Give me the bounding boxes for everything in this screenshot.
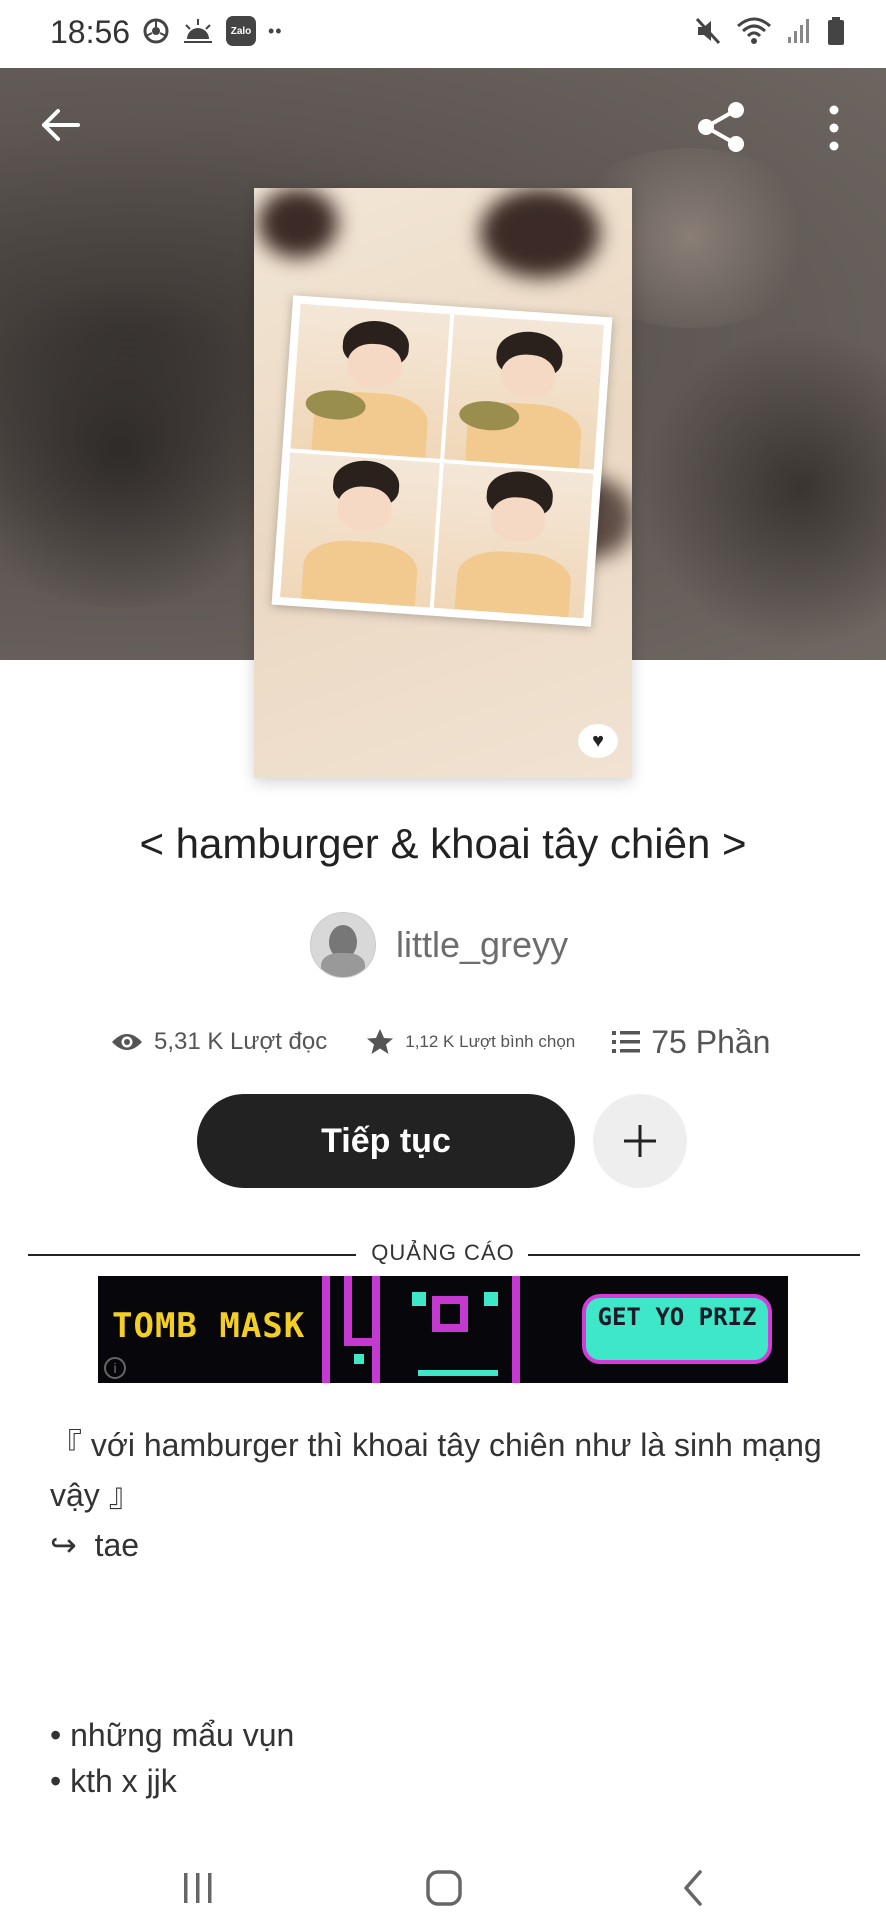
zalo-icon-label: Zalo [230,25,252,37]
add-to-library-button[interactable] [593,1094,687,1188]
share-icon[interactable] [692,98,750,156]
stat-reads: 5,31 K Lượt đọc [110,1028,327,1056]
avatar[interactable] [310,912,376,978]
heart-sticker-icon: ♥ [578,724,618,758]
more-vert-icon[interactable] [814,100,854,156]
more-notifications-icon: •• [268,20,283,41]
collage-face [489,495,547,543]
wifi-icon [737,17,771,44]
status-icons-left: Zalo •• [142,16,283,46]
back-nav-icon[interactable] [674,1868,714,1908]
stat-votes-label: 1,12 K Lượt bình chọn [405,1032,576,1051]
list-item: • những mẩu vụn [50,1717,295,1753]
ad-game-art [322,1276,520,1383]
collage-shirt [300,537,420,608]
eye-icon [112,1034,142,1050]
ad-info-icon[interactable]: i [104,1357,126,1379]
plus-icon [624,1125,656,1157]
ad-label: QUẢNG CÁO [371,1240,515,1265]
story-tags: • những mẩu vụn • kth x jjk [50,1712,850,1804]
home-icon[interactable] [424,1868,464,1908]
story-description: 『 với hamburger thì khoai tây chiên như … [50,1420,850,1570]
system-navigation-bar [0,1820,886,1920]
collage-photo [280,452,440,608]
author-name[interactable]: little_greyy [396,924,568,966]
battery-icon [828,17,844,45]
backdrop-shade [640,328,886,648]
mute-icon [695,17,721,45]
status-time: 18:56 [50,14,131,50]
stat-votes: 1,12 K Lượt bình chọn [365,1027,575,1057]
list-item: • kth x jjk [50,1763,177,1799]
collage-shirt [454,548,573,619]
chrome-icon [143,18,169,44]
weather-icon [184,19,212,43]
ad-logo: TOMB MASK [112,1306,306,1346]
stat-reads-label: 5,31 K Lượt đọc [154,1028,328,1055]
zalo-icon: Zalo [226,16,256,46]
collage-photo [290,303,451,459]
avatar-body [321,953,365,977]
stat-parts-label[interactable]: 75 Phần [651,1024,770,1061]
cover-photo-collage [271,295,613,627]
description-quote: 『 với hamburger thì khoai tây chiên như … [50,1427,831,1513]
back-arrow-icon[interactable] [36,100,86,150]
stat-parts[interactable]: 75 Phần [611,1024,770,1061]
story-stats: 5,31 K Lượt đọc 1,12 K Lượt bình chọn 75… [110,1014,770,1070]
list-icon [612,1031,641,1053]
continue-reading-button[interactable]: Tiếp tục [197,1094,575,1188]
ad-banner[interactable]: TOMB MASK GET YO PRIZ i [98,1276,788,1383]
story-title: < hamburger & khoai tây chiên > [139,820,747,867]
description-attribution: ↪ tae [50,1527,140,1563]
collage-photo [444,314,604,470]
status-bar: 18:56 Zalo •• [0,0,886,68]
author-link[interactable]: little_greyy [310,912,568,978]
signal-icon [788,19,809,43]
book-cover[interactable]: ♥ [254,188,632,778]
status-icons-right [694,16,846,46]
ad-cta-button[interactable]: GET YO PRIZ [582,1294,772,1364]
recent-apps-icon[interactable] [178,1868,218,1908]
collage-face [336,484,393,533]
star-icon [367,1029,394,1054]
cover-blur-shape [480,188,600,278]
collage-photo [433,463,594,619]
cover-blur-shape [258,188,338,258]
